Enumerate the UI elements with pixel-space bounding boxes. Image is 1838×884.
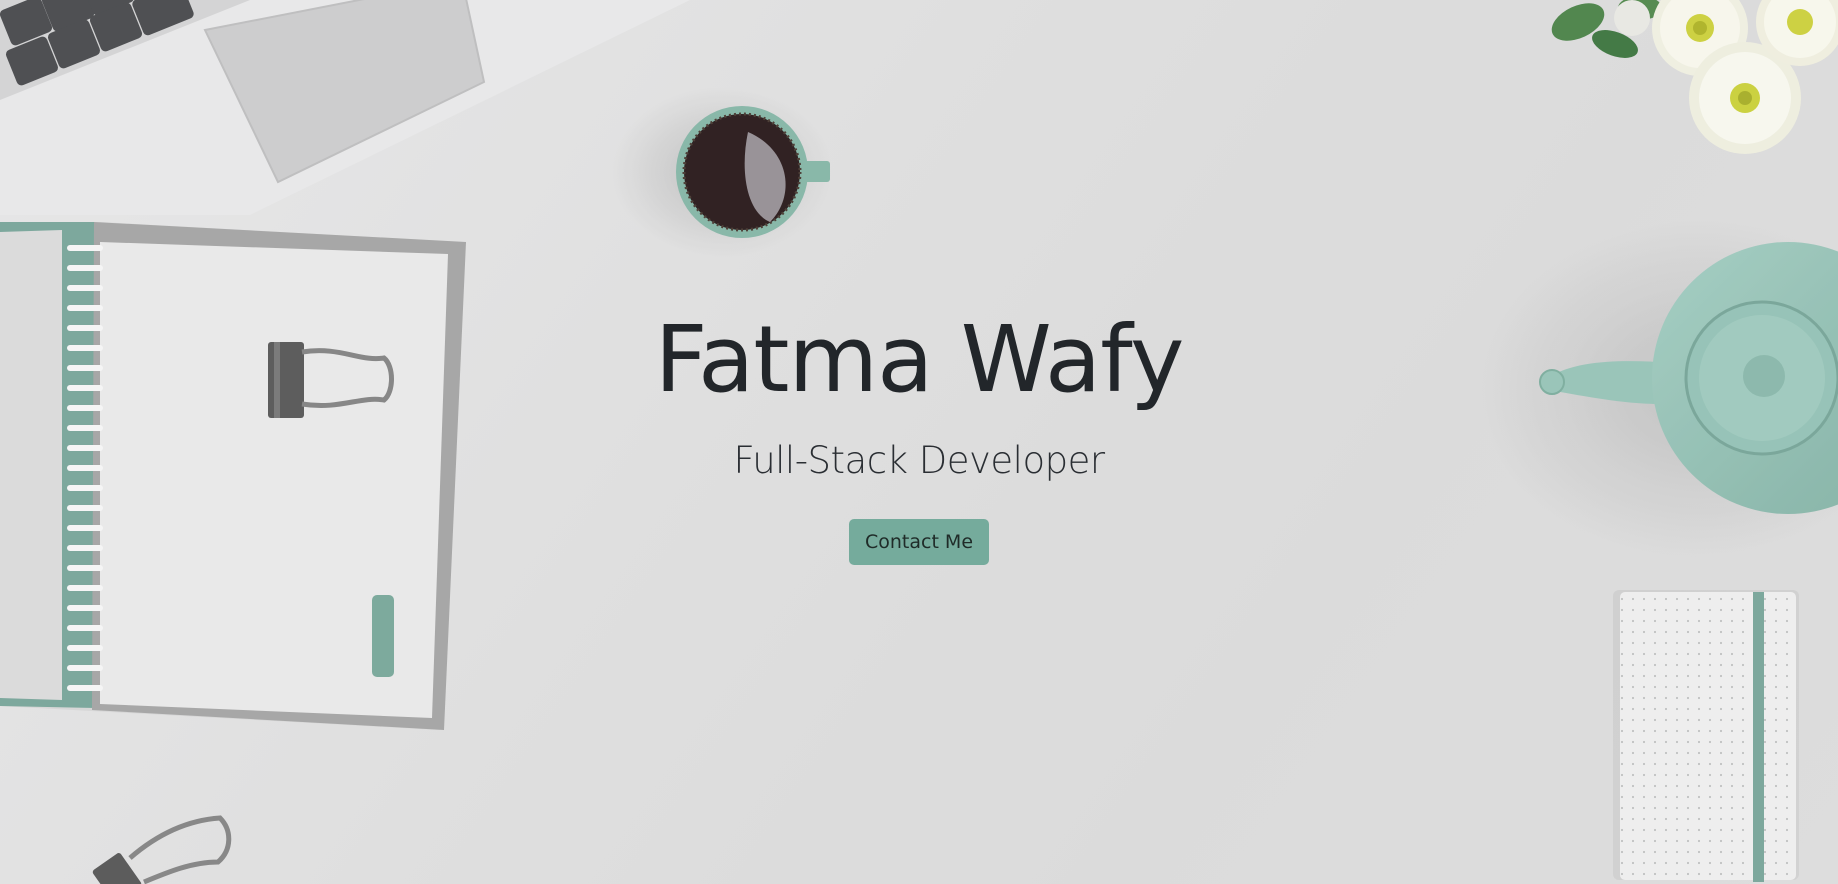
hero-role: Full-Stack Developer xyxy=(733,439,1105,482)
hero-content: Fatma Wafy Full-Stack Developer Contact … xyxy=(0,300,1838,565)
hero-section: Fatma Wafy Full-Stack Developer Contact … xyxy=(0,0,1838,884)
contact-me-button[interactable]: Contact Me xyxy=(848,519,990,565)
hero-name: Fatma Wafy xyxy=(654,306,1185,413)
